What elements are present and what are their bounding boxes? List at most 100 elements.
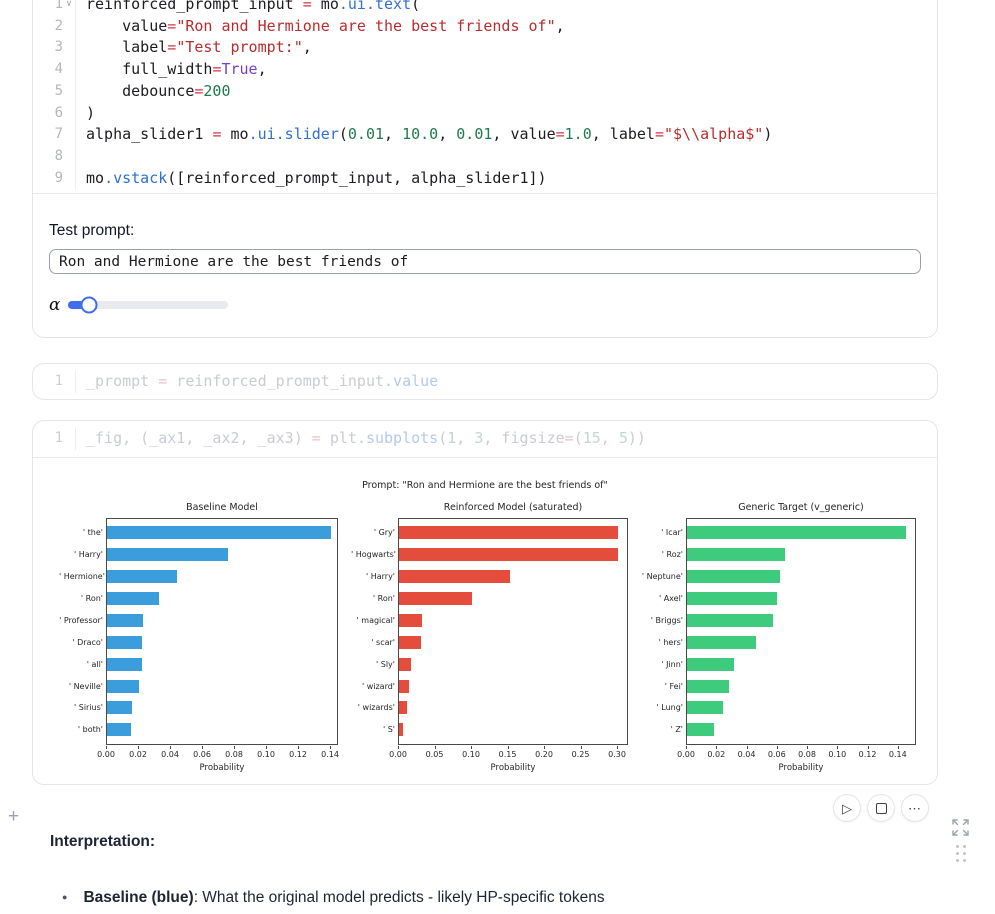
bar-row: ' Z' <box>687 719 915 741</box>
code-editor-1[interactable]: 1∨reinforced_prompt_input = mo.ui.text(2… <box>33 0 937 194</box>
text-input-label: Test prompt: <box>49 220 921 242</box>
x-tick-label: 0.25 <box>572 750 590 759</box>
slider-thumb[interactable] <box>81 297 98 314</box>
bar <box>687 570 780 583</box>
code-text[interactable]: value="Ron and Hermione are the best fri… <box>86 16 937 38</box>
category-label: ' Ron' <box>59 594 103 603</box>
code-line[interactable]: 1_prompt = reinforced_prompt_input.value <box>33 371 937 393</box>
bullet-icon: ● <box>62 887 67 908</box>
code-text[interactable]: alpha_slider1 = mo.ui.slider(0.01, 10.0,… <box>86 124 937 146</box>
bar <box>687 680 729 693</box>
figure-suptitle: Prompt: "Ron and Hermione are the best f… <box>33 480 937 491</box>
x-tick-label: 0.00 <box>677 750 695 759</box>
x-tick-label: 0.00 <box>97 750 115 759</box>
code-text[interactable]: full_width=True, <box>86 59 937 81</box>
code-editor-2[interactable]: 1_prompt = reinforced_prompt_input.value <box>33 364 937 397</box>
bar <box>107 570 177 583</box>
category-label: ' wizards' <box>351 703 395 712</box>
notebook-cell-2: 1_prompt = reinforced_prompt_input.value <box>32 363 938 400</box>
code-text[interactable]: _fig, (_ax1, _ax2, _ax3) = plt.subplots(… <box>86 428 937 450</box>
alpha-slider-row: α <box>49 295 921 315</box>
bar <box>687 701 723 714</box>
bar-row: ' Neville' <box>107 675 337 697</box>
bar <box>399 723 403 736</box>
category-label: ' Gry' <box>351 528 395 537</box>
code-text[interactable]: ) <box>86 103 937 125</box>
x-axis-label: Probability <box>398 763 628 773</box>
test-prompt-input[interactable] <box>49 249 921 274</box>
code-text[interactable]: label="Test prompt:", <box>86 37 937 59</box>
interpretation-bullet: ● Baseline (blue): What the original mod… <box>62 887 605 908</box>
code-line[interactable]: 2 value="Ron and Hermione are the best f… <box>33 16 937 38</box>
bar-row: ' Sly' <box>399 653 627 675</box>
x-tick-label: 0.04 <box>161 750 179 759</box>
code-editor-3[interactable]: 1_fig, (_ax1, _ax2, _ax3) = plt.subplots… <box>33 421 937 458</box>
plot-area: ' Gry'' Hogwarts'' Harry'' Ron'' magical… <box>398 518 628 745</box>
add-cell-button[interactable]: + <box>8 806 19 828</box>
bar <box>107 592 159 605</box>
code-line[interactable]: 7 alpha_slider1 = mo.ui.slider(0.01, 10.0… <box>33 124 937 146</box>
bar <box>687 592 777 605</box>
category-label: ' Draco' <box>59 638 103 647</box>
code-line[interactable]: 3 label="Test prompt:", <box>33 37 937 59</box>
category-label: ' Professor' <box>59 616 103 625</box>
alpha-slider[interactable] <box>68 301 228 309</box>
x-tick-label: 0.08 <box>225 750 243 759</box>
code-text[interactable]: mo.vstack([reinforced_prompt_input, alph… <box>86 168 937 190</box>
bar-row: ' all' <box>107 653 337 675</box>
chart-generic-target: Generic Target (v_generic)' Icar'' Roz''… <box>686 502 916 773</box>
category-label: ' Neville' <box>59 682 103 691</box>
code-line[interactable]: 5 debounce=200 <box>33 81 937 103</box>
bar-row: ' Gry' <box>399 522 627 544</box>
bar <box>687 526 906 539</box>
bar-row: ' Fei' <box>687 675 915 697</box>
expand-icon[interactable] <box>951 818 970 842</box>
fold-chevron-icon[interactable]: ∨ <box>63 0 75 16</box>
code-line[interactable]: 4 full_width=True, <box>33 59 937 81</box>
code-line[interactable]: 9mo.vstack([reinforced_prompt_input, alp… <box>33 168 937 190</box>
bar-row: ' Draco' <box>107 631 337 653</box>
line-number: 7 <box>33 124 63 146</box>
x-tick-label: 0.02 <box>129 750 147 759</box>
bar <box>399 570 510 583</box>
code-line[interactable]: 1_fig, (_ax1, _ax2, _ax3) = plt.subplots… <box>33 428 937 450</box>
code-text[interactable]: debounce=200 <box>86 81 937 103</box>
matplotlib-figure: Prompt: "Ron and Hermione are the best f… <box>33 458 937 784</box>
category-label: ' Hogwarts' <box>351 550 395 559</box>
category-label: ' wizard' <box>351 682 395 691</box>
cell-1-output: Test prompt: α <box>33 194 937 315</box>
code-line[interactable]: 8 <box>33 146 937 168</box>
bar-row: ' the' <box>107 522 337 544</box>
bar-row: ' Ron' <box>399 587 627 609</box>
line-number: 6 <box>33 103 63 125</box>
stop-cell-button[interactable] <box>867 794 895 822</box>
x-tick-label: 0.14 <box>889 750 907 759</box>
category-label: ' hers' <box>639 638 683 647</box>
category-label: ' Hermione' <box>59 572 103 581</box>
bar-row: ' Harry' <box>107 544 337 566</box>
bar-row: ' hers' <box>687 631 915 653</box>
bar <box>107 614 143 627</box>
plot-area: ' Icar'' Roz'' Neptune'' Axel'' Briggs''… <box>686 518 916 745</box>
category-label: ' Icar' <box>639 528 683 537</box>
line-number: 8 <box>33 146 63 168</box>
bar <box>399 658 411 671</box>
notebook-cell-1: 1∨reinforced_prompt_input = mo.ui.text(2… <box>32 0 938 338</box>
bar-row: ' Jinn' <box>687 653 915 675</box>
run-cell-button[interactable]: ▷ <box>833 794 861 822</box>
code-text[interactable]: _prompt = reinforced_prompt_input.value <box>86 371 937 393</box>
code-line[interactable]: 6) <box>33 103 937 125</box>
cell-menu-button[interactable]: ⋯ <box>901 794 929 822</box>
drag-handle-icon[interactable] <box>956 845 967 863</box>
x-axis: 0.000.020.040.060.080.100.120.14 <box>686 746 916 760</box>
alpha-slider-label: α <box>49 295 60 315</box>
code-line[interactable]: 1∨reinforced_prompt_input = mo.ui.text( <box>33 0 937 16</box>
bar <box>107 680 139 693</box>
x-axis: 0.000.050.100.150.200.250.30 <box>398 746 628 760</box>
line-number: 4 <box>33 59 63 81</box>
bar <box>399 701 407 714</box>
code-text[interactable]: reinforced_prompt_input = mo.ui.text( <box>86 0 937 16</box>
bar <box>687 636 756 649</box>
x-tick-label: 0.06 <box>768 750 786 759</box>
bar <box>107 636 142 649</box>
